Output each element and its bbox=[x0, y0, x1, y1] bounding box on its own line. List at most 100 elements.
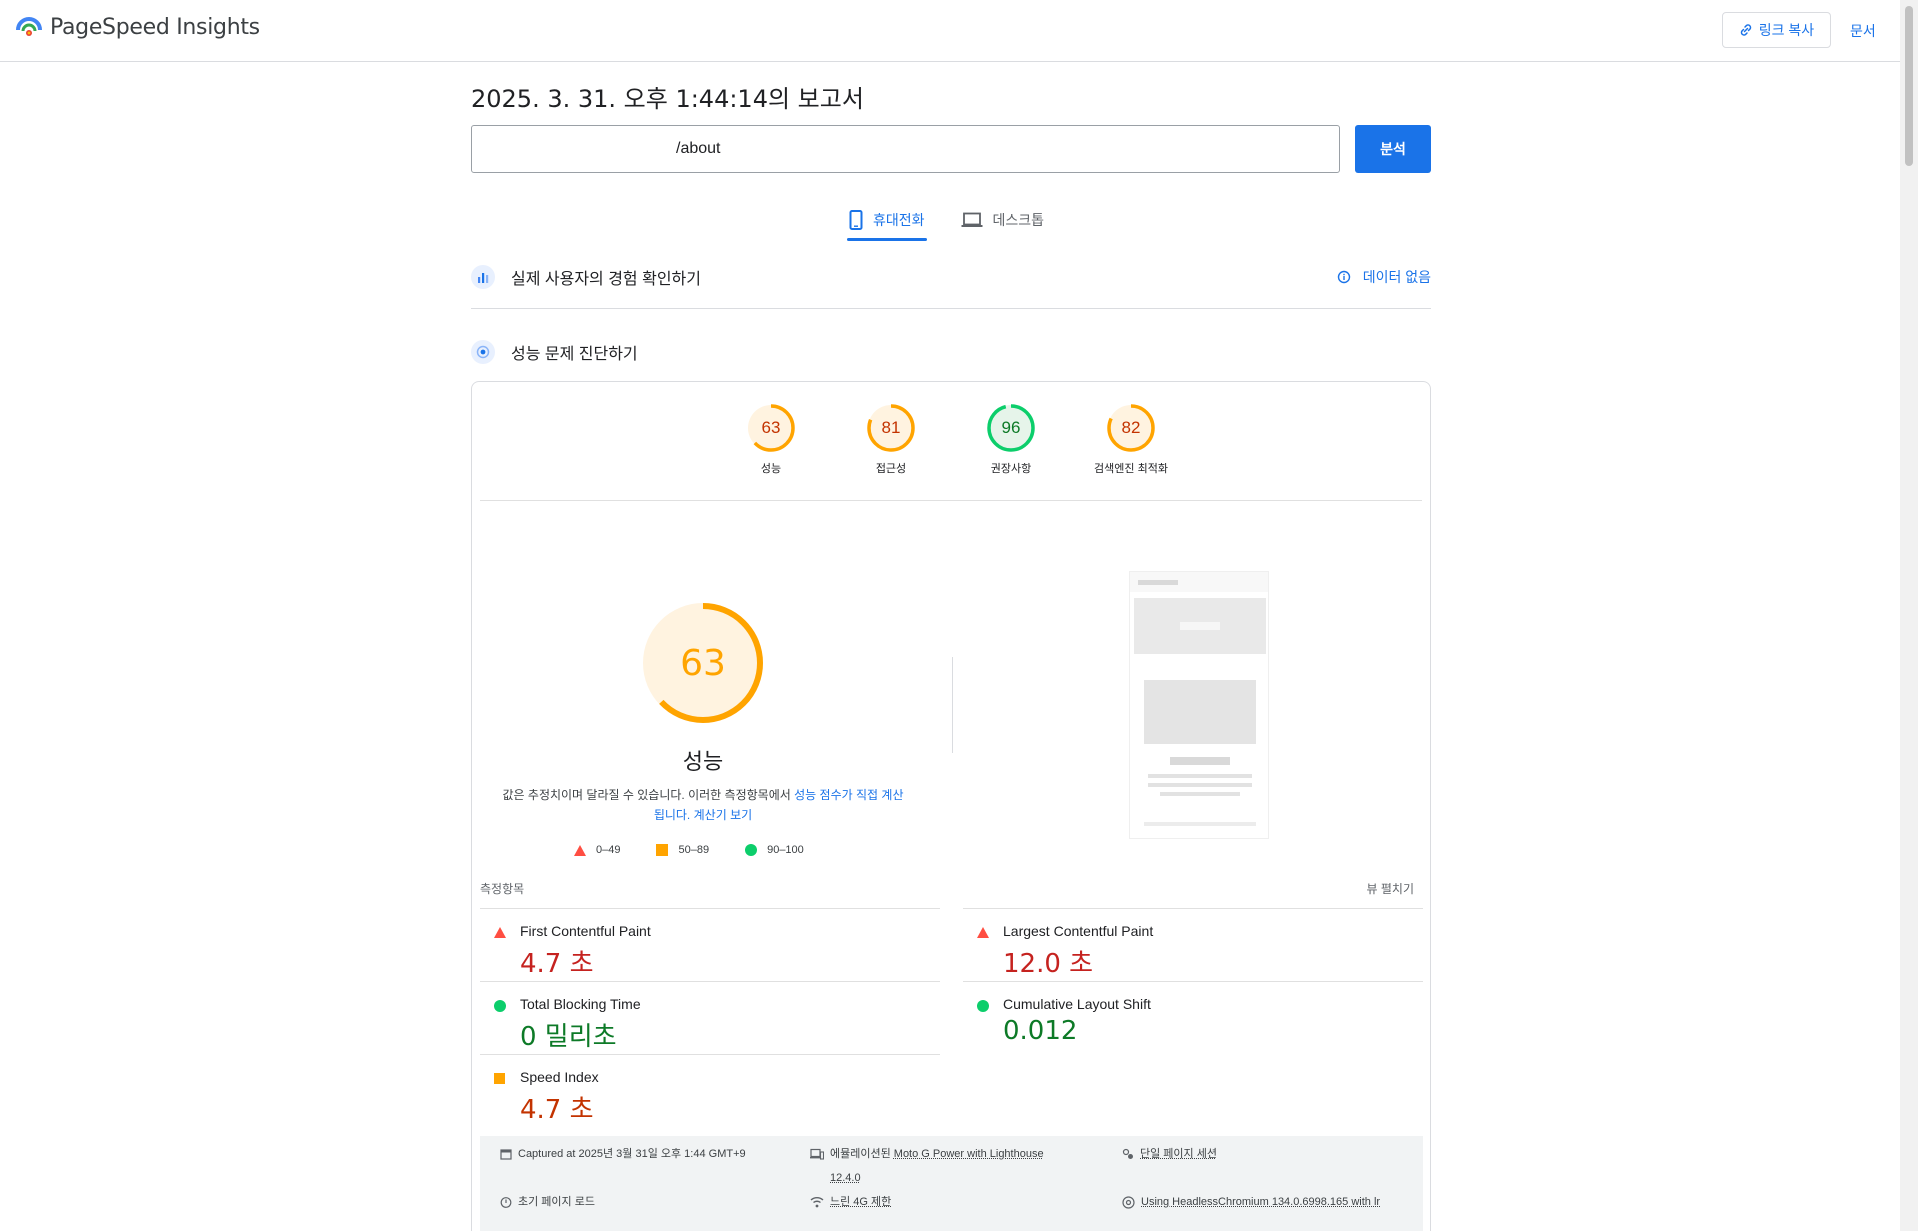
info-icon bbox=[1337, 270, 1350, 284]
score-label: 검색엔진 최적화 bbox=[1094, 463, 1168, 475]
laptop-icon bbox=[961, 212, 983, 227]
score-value: 96 bbox=[1002, 418, 1021, 437]
link-icon bbox=[1740, 24, 1751, 36]
metric-name: First Contentful Paint bbox=[520, 923, 651, 939]
circle-pass-icon bbox=[494, 1000, 506, 1012]
legend-pass-label: 90–100 bbox=[767, 844, 804, 856]
score-accessibility[interactable]: 81 접근성 bbox=[851, 402, 931, 476]
legend-fail: 0–49 bbox=[574, 844, 620, 856]
chrome-icon bbox=[1122, 1196, 1135, 1209]
lab-data-section[interactable]: 성능 문제 진단하기 bbox=[471, 328, 1431, 376]
triangle-fail-icon bbox=[977, 927, 989, 938]
timer-icon bbox=[500, 1197, 512, 1208]
env-browser-text[interactable]: Using HeadlessChromium 134.0.6998.165 wi… bbox=[1141, 1190, 1380, 1214]
device-tabs: 휴대전화 데스크톱 bbox=[847, 200, 1047, 241]
analyze-button[interactable]: 분석 bbox=[1355, 125, 1431, 173]
session-icon bbox=[1122, 1148, 1133, 1159]
calculator-link[interactable]: 계산기 보기 bbox=[694, 808, 753, 822]
field-data-title: 실제 사용자의 경험 확인하기 bbox=[511, 271, 701, 288]
env-device-text: 에뮬레이션된 Moto G Power with Lighthouse 12.4.… bbox=[830, 1142, 1044, 1190]
calendar-icon bbox=[500, 1149, 512, 1160]
docs-link[interactable]: 문서 bbox=[1850, 21, 1876, 41]
metrics-header: 측정항목 뷰 펼치기 bbox=[480, 880, 1414, 897]
phone-icon bbox=[849, 210, 863, 230]
no-data-link[interactable]: 데이터 없음 bbox=[1337, 267, 1431, 287]
metric-name: Total Blocking Time bbox=[520, 996, 641, 1012]
score-label: 접근성 bbox=[875, 463, 907, 475]
top-bar: PageSpeed Insights 링크 복사 문서 bbox=[0, 0, 1900, 62]
metric-cls: Cumulative Layout Shift 0.012 bbox=[963, 981, 1423, 1053]
triangle-fail-icon bbox=[574, 844, 586, 856]
copy-link-button[interactable]: 링크 복사 bbox=[1722, 12, 1831, 48]
env-browser: Using HeadlessChromium 134.0.6998.165 wi… bbox=[1122, 1190, 1380, 1214]
scrollbar-thumb[interactable] bbox=[1905, 6, 1913, 166]
scores-divider bbox=[480, 500, 1422, 501]
env-load-text: 초기 페이지 로드 bbox=[518, 1196, 595, 1208]
metric-name: Speed Index bbox=[520, 1069, 599, 1085]
tab-desktop-label: 데스크톱 bbox=[992, 212, 1045, 228]
legend-fail-label: 0–49 bbox=[596, 844, 621, 856]
score-label: 성능 bbox=[760, 463, 782, 475]
env-device: 에뮬레이션된 Moto G Power with Lighthouse 12.4.… bbox=[810, 1142, 1044, 1190]
env-captured: Captured at 2025년 3월 31일 오후 1:44 GMT+9 bbox=[500, 1142, 746, 1166]
tab-mobile-label: 휴대전화 bbox=[873, 212, 925, 228]
env-session-text[interactable]: 단일 페이지 세션 bbox=[1140, 1142, 1217, 1166]
performance-score: 63 bbox=[680, 643, 726, 684]
app-name: PageSpeed Insights bbox=[50, 14, 260, 40]
score-legend: 0–49 50–89 90–100 bbox=[574, 844, 804, 856]
field-data-section[interactable]: 실제 사용자의 경험 확인하기 데이터 없음 bbox=[471, 253, 1431, 301]
no-data-label: 데이터 없음 bbox=[1362, 269, 1431, 285]
performance-title: 성능 bbox=[682, 750, 724, 775]
score-value: 81 bbox=[882, 418, 901, 437]
metric-tbt: Total Blocking Time 0 밀리초 bbox=[480, 981, 940, 1053]
metric-value: 4.7 초 bbox=[520, 1095, 594, 1125]
metric-value: 0 밀리초 bbox=[520, 1022, 617, 1052]
devices-icon bbox=[810, 1148, 824, 1160]
square-average-icon bbox=[494, 1073, 505, 1084]
score-value: 82 bbox=[1122, 418, 1141, 437]
runtime-settings: Captured at 2025년 3월 31일 오후 1:44 GMT+9 에… bbox=[480, 1136, 1423, 1231]
metric-name: Cumulative Layout Shift bbox=[1003, 996, 1151, 1012]
circle-pass-icon bbox=[977, 1000, 989, 1012]
score-best-practices[interactable]: 96 권장사항 bbox=[971, 402, 1051, 476]
section-divider bbox=[471, 308, 1431, 309]
page-scrollbar[interactable] bbox=[1900, 0, 1918, 1231]
env-device-prefix: 에뮬레이션된 bbox=[830, 1148, 894, 1160]
metric-value: 0.012 bbox=[1003, 1016, 1078, 1046]
legend-pass: 90–100 bbox=[745, 844, 804, 856]
score-performance[interactable]: 63 성능 bbox=[731, 402, 811, 476]
category-scores: 63 성능 81 접근성 96 권장사항 82 검색엔진 최적화 bbox=[472, 402, 1430, 476]
metric-fcp: First Contentful Paint 4.7 초 bbox=[480, 908, 940, 980]
circle-pass-icon bbox=[745, 844, 758, 856]
score-gauge-icon: 96 bbox=[987, 404, 1035, 452]
legend-average: 50–89 bbox=[656, 844, 709, 856]
app-logo[interactable]: PageSpeed Insights bbox=[16, 14, 260, 40]
tab-desktop[interactable]: 데스크톱 bbox=[959, 200, 1047, 240]
metrics-title: 측정항목 bbox=[480, 882, 525, 896]
env-device-version[interactable]: 12.4.0 bbox=[830, 1172, 861, 1184]
vertical-divider bbox=[952, 657, 953, 753]
square-average-icon bbox=[656, 844, 669, 856]
report-card: 63 성능 81 접근성 96 권장사항 82 검색엔진 최적화 63 성능 값… bbox=[471, 381, 1431, 1231]
users-chart-icon bbox=[471, 265, 495, 289]
env-throttle-text[interactable]: 느린 4G 제한 bbox=[830, 1190, 891, 1214]
lab-data-title: 성능 문제 진단하기 bbox=[511, 346, 638, 363]
score-gauge-icon: 63 bbox=[747, 404, 795, 452]
metric-value: 4.7 초 bbox=[520, 949, 594, 979]
wifi-icon bbox=[810, 1197, 824, 1208]
expand-view-toggle[interactable]: 뷰 펼치기 bbox=[1367, 880, 1415, 897]
env-captured-text: Captured at 2025년 3월 31일 오후 1:44 GMT+9 bbox=[518, 1148, 746, 1160]
env-device-name[interactable]: Moto G Power with Lighthouse bbox=[894, 1148, 1044, 1160]
url-input[interactable] bbox=[471, 125, 1340, 173]
score-gauge-icon: 81 bbox=[867, 404, 915, 452]
score-seo[interactable]: 82 검색엔진 최적화 bbox=[1091, 402, 1171, 476]
final-screenshot[interactable] bbox=[1129, 571, 1269, 839]
legend-average-label: 50–89 bbox=[678, 844, 710, 856]
triangle-fail-icon bbox=[494, 927, 506, 938]
performance-desc-text: 값은 추정치이며 달라질 수 있습니다. 이러한 측정항목에서 bbox=[502, 788, 795, 802]
env-load: 초기 페이지 로드 bbox=[500, 1190, 595, 1214]
tab-mobile[interactable]: 휴대전화 bbox=[847, 200, 927, 241]
performance-gauge-icon: 63 bbox=[643, 603, 763, 723]
score-gauge-icon: 82 bbox=[1107, 404, 1155, 452]
env-throttle: 느린 4G 제한 bbox=[810, 1190, 891, 1214]
